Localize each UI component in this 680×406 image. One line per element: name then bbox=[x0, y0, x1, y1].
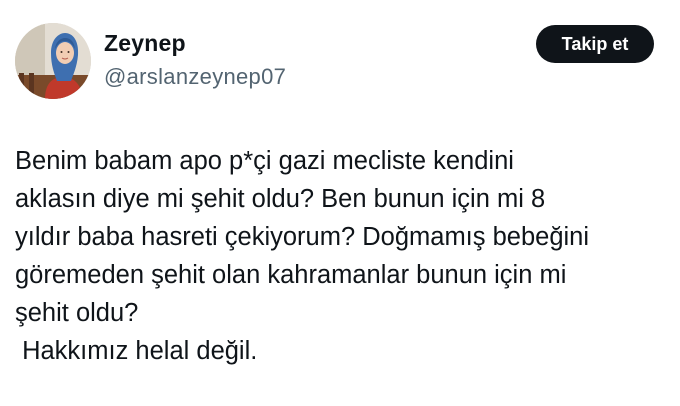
tweet-text-line: aklasın diye mi şehit oldu? Ben bunun iç… bbox=[15, 185, 546, 213]
follow-button[interactable]: Takip et bbox=[536, 25, 654, 63]
tweet-text-line: şehit oldu? bbox=[15, 299, 139, 327]
tweet-card: Zeynep @arslanzeynep07 Takip et Benim ba… bbox=[0, 0, 680, 406]
tweet-text-line: göremeden şehit olan kahramanlar bunun i… bbox=[15, 261, 567, 289]
author-display-name[interactable]: Zeynep bbox=[104, 30, 186, 57]
tweet-text-line: Hakkımız helal değil. bbox=[15, 337, 258, 365]
avatar[interactable] bbox=[15, 23, 91, 99]
tweet-text-line: Benim babam apo p*çi gazi mecliste kendi… bbox=[15, 147, 514, 175]
tweet-text-line: yıldır baba hasreti çekiyorum? Doğmamış … bbox=[15, 223, 590, 251]
avatar-photo-icon bbox=[15, 23, 91, 99]
tweet-text: Benim babam apo p*çi gazi mecliste kendi… bbox=[15, 142, 665, 370]
author-handle[interactable]: @arslanzeynep07 bbox=[104, 64, 286, 90]
